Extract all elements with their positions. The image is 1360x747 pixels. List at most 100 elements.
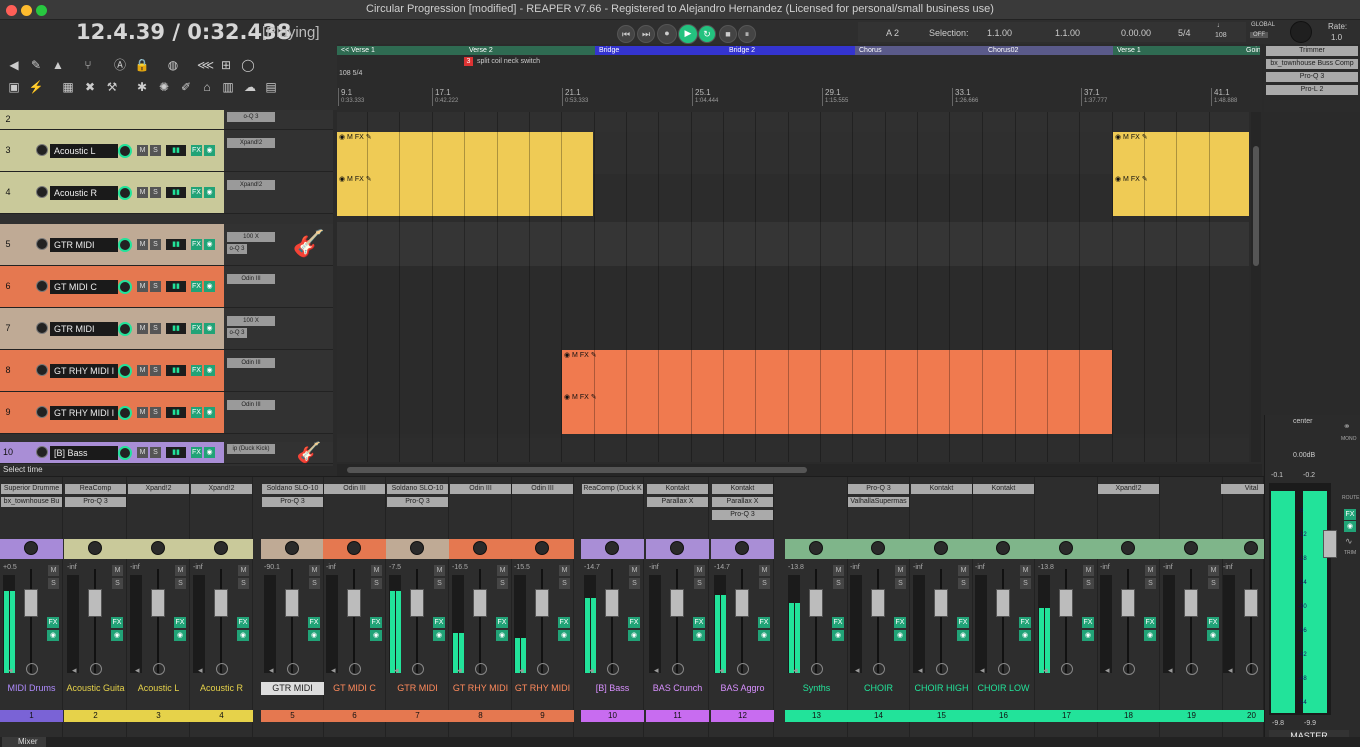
speaker-icon[interactable]: ◂ <box>394 665 406 677</box>
triangle-icon[interactable]: ▲ <box>50 58 66 72</box>
strip-fx-slot[interactable]: Odin III <box>324 484 385 494</box>
pan-knob[interactable] <box>214 541 228 555</box>
settings-icon[interactable]: ✺ <box>156 80 172 94</box>
track-name[interactable]: GT MIDI C <box>50 280 118 294</box>
solo-button[interactable]: S <box>150 187 161 198</box>
fx-button[interactable]: FX <box>894 617 906 628</box>
volume-readout[interactable]: -inf <box>130 564 140 571</box>
routing-button[interactable]: ▮▮ <box>166 447 186 458</box>
master-fx-enable-button[interactable]: ◉ <box>1344 521 1356 532</box>
fx-enable-button[interactable]: ◉ <box>1082 630 1094 641</box>
mute-button[interactable]: M <box>1020 565 1031 576</box>
horizontal-scrollbar[interactable] <box>337 464 1262 476</box>
record-arm-button[interactable] <box>36 446 48 458</box>
pan-knob[interactable] <box>809 541 823 555</box>
record-arm-button[interactable] <box>1246 663 1258 675</box>
strip-fx-slot[interactable]: Odin III <box>450 484 511 494</box>
pencil-icon[interactable]: ✎ <box>28 58 44 72</box>
speaker-icon[interactable]: ◂ <box>793 665 805 677</box>
track-name[interactable]: GTR MIDI <box>50 322 118 336</box>
selection-start[interactable]: 1.1.00 <box>987 28 1012 38</box>
mute-button[interactable]: M <box>833 565 844 576</box>
pan-knob[interactable] <box>1059 541 1073 555</box>
back-arrow-icon[interactable]: ◀ <box>6 58 22 72</box>
strip-fx-slot[interactable]: Pro-Q 3 <box>65 497 126 507</box>
tuning-fork-icon[interactable]: ⑂ <box>80 58 96 72</box>
track-insert-fx[interactable]: Odin III <box>227 274 275 284</box>
strip-name[interactable]: CHOIR LOW <box>972 682 1035 695</box>
master-fx-slot[interactable]: Pro-Q 3 <box>1266 72 1358 82</box>
fx-button[interactable]: FX <box>1207 617 1219 628</box>
fx-enable-button[interactable]: ◉ <box>174 630 186 641</box>
forward-button[interactable]: ⏭ <box>637 25 655 43</box>
mute-button[interactable]: M <box>137 365 148 376</box>
routing-button[interactable]: ▮▮ <box>166 145 186 156</box>
region-5[interactable]: Chorus02 <box>984 46 1113 55</box>
fx-button[interactable]: FX <box>1019 617 1031 628</box>
record-arm-button[interactable] <box>873 663 885 675</box>
fx-enable-button[interactable]: ◉ <box>1019 630 1031 641</box>
fx-enable-button[interactable]: ◉ <box>558 630 570 641</box>
record-arm-button[interactable] <box>475 663 487 675</box>
time-signature[interactable]: 5/4 <box>1178 28 1191 38</box>
mixer-tab[interactable]: Mixer <box>2 737 46 747</box>
strip-name[interactable]: Acoustic L <box>127 682 190 695</box>
fx-enable-button[interactable]: ◉ <box>1207 630 1219 641</box>
strip-fx-slot[interactable]: Kontakt <box>911 484 972 494</box>
metronome-icon[interactable]: ⚡ <box>28 80 44 94</box>
track-row[interactable]: 5 GTR MIDI M S ▮▮ FX ◉ 100 X o-Q 3 <box>0 224 333 266</box>
region-2[interactable]: Bridge <box>595 46 725 55</box>
solo-button[interactable]: S <box>150 145 161 156</box>
speaker-icon[interactable]: ◂ <box>331 665 343 677</box>
solo-button[interactable]: S <box>1083 578 1094 589</box>
record-arm-button[interactable] <box>36 238 48 250</box>
volume-fader[interactable] <box>1184 589 1198 617</box>
strip-fx-slot[interactable]: Kontakt <box>647 484 708 494</box>
speaker-icon[interactable]: ◂ <box>589 665 601 677</box>
solo-button[interactable]: S <box>759 578 770 589</box>
strip-fx-slot[interactable]: Pro-Q 3 <box>387 497 448 507</box>
solo-button[interactable]: S <box>150 281 161 292</box>
strip-fx-slot[interactable]: Xpand!2 <box>191 484 252 494</box>
volume-fader[interactable] <box>871 589 885 617</box>
vertical-scrollbar[interactable] <box>1251 112 1261 462</box>
strip-number[interactable]: 17 <box>1035 710 1098 722</box>
strip-name[interactable] <box>1035 682 1098 695</box>
speaker-icon[interactable]: ◂ <box>72 665 84 677</box>
track-row[interactable]: 4 Acoustic R M S ▮▮ FX ◉ Xpand!2 <box>0 172 333 214</box>
volume-fader[interactable] <box>735 589 749 617</box>
pan-knob[interactable] <box>1121 541 1135 555</box>
fx-button[interactable]: FX <box>496 617 508 628</box>
pan-knob[interactable] <box>88 541 102 555</box>
record-arm-button[interactable] <box>26 663 38 675</box>
track-row[interactable]: 8 GT RHY MIDI I M S ▮▮ FX ◉ Odin III <box>0 350 333 392</box>
strip-name[interactable]: MIDI Drums <box>0 682 63 695</box>
volume-readout[interactable]: -14.7 <box>714 564 730 571</box>
mute-button[interactable]: M <box>694 565 705 576</box>
fx-enable-button[interactable]: ◉ <box>47 630 59 641</box>
strip-number[interactable]: 1 <box>0 710 63 722</box>
fx-button[interactable]: FX <box>558 617 570 628</box>
fx-button[interactable]: FX <box>191 239 202 250</box>
pan-knob[interactable] <box>285 541 299 555</box>
mute-button[interactable]: M <box>497 565 508 576</box>
speaker-icon[interactable]: ◂ <box>918 665 930 677</box>
mute-button[interactable]: M <box>137 145 148 156</box>
time-display[interactable]: 12.4.39 / 0:32.438 <box>76 20 291 44</box>
fx-button[interactable]: FX <box>1144 617 1156 628</box>
record-arm-button[interactable] <box>36 144 48 156</box>
track-number[interactable]: 10 <box>0 442 16 463</box>
fx-enable-button[interactable]: ◉ <box>758 630 770 641</box>
fx-enable-button[interactable]: ◉ <box>204 447 215 458</box>
speaker-icon[interactable]: ◂ <box>457 665 469 677</box>
fx-enable-button[interactable]: ◉ <box>894 630 906 641</box>
record-arm-button[interactable] <box>1123 663 1135 675</box>
pause-button[interactable]: ⏸ <box>738 25 756 43</box>
volume-readout[interactable]: -inf <box>67 564 77 571</box>
save-icon[interactable]: ▣ <box>6 80 22 94</box>
volume-fader[interactable] <box>1244 589 1258 617</box>
mute-button[interactable]: M <box>137 407 148 418</box>
volume-readout[interactable]: -inf <box>1223 564 1233 571</box>
volume-readout[interactable]: -inf <box>326 564 336 571</box>
volume-fader[interactable] <box>473 589 487 617</box>
